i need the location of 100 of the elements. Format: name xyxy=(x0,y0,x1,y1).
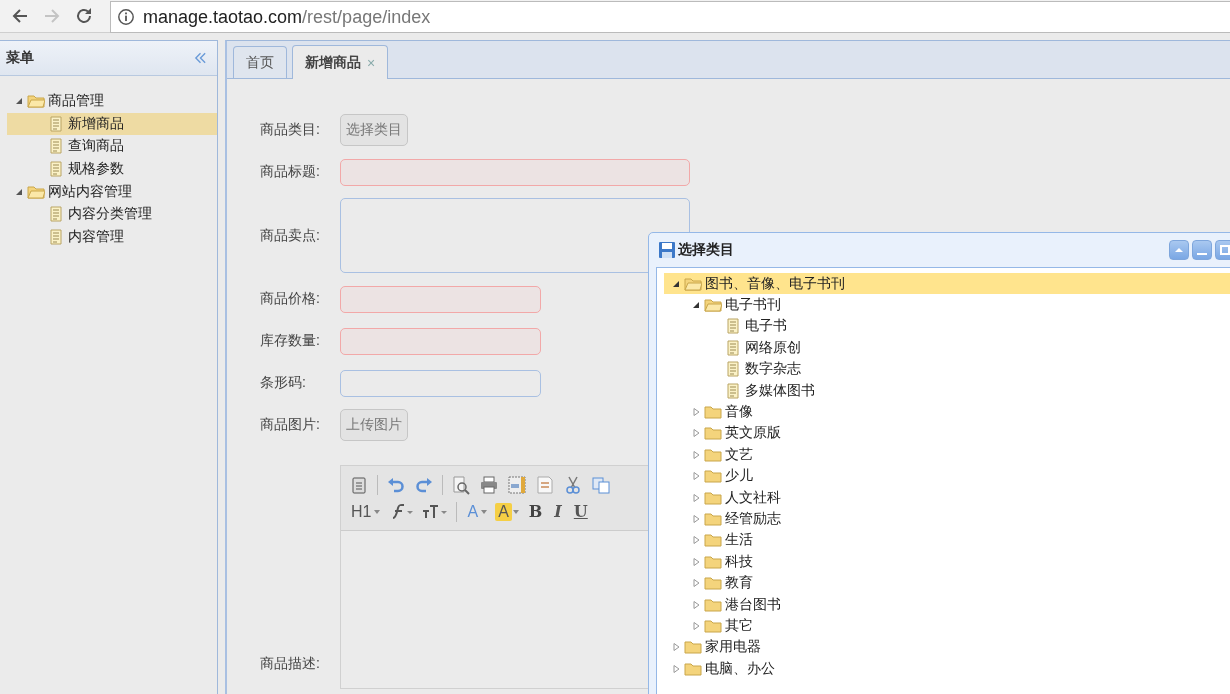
collapsed-icon[interactable] xyxy=(672,664,680,673)
field-label: 商品图片: xyxy=(260,416,321,434)
document-icon xyxy=(724,318,742,335)
input-field[interactable] xyxy=(340,158,690,186)
cut-icon[interactable] xyxy=(563,474,583,495)
collapsed-icon[interactable] xyxy=(692,515,700,523)
template-icon[interactable] xyxy=(507,474,527,495)
reload-icon[interactable] xyxy=(74,6,94,26)
collapsed-icon[interactable] xyxy=(692,450,700,459)
minimize-button[interactable] xyxy=(1192,240,1212,260)
maximize-button[interactable] xyxy=(1215,240,1230,260)
open-folder-icon xyxy=(27,93,45,110)
caret-icon[interactable] xyxy=(512,509,519,514)
collapse-button[interactable] xyxy=(1169,240,1189,260)
expanded-icon[interactable] xyxy=(692,301,700,310)
minimize-icon xyxy=(1197,253,1207,255)
highlight-button[interactable]: A xyxy=(495,502,512,521)
input-field[interactable] xyxy=(340,369,541,397)
tab[interactable]: 新增商品 × xyxy=(292,45,389,79)
collapsed-icon[interactable] xyxy=(692,472,700,481)
document-icon xyxy=(724,339,742,356)
folder-icon xyxy=(704,511,722,527)
tree-item[interactable]: 网站内容管理 xyxy=(7,180,217,203)
preview-icon[interactable] xyxy=(451,474,471,495)
collapsed-icon[interactable] xyxy=(692,408,700,417)
form-button[interactable]: 选择类目 xyxy=(340,114,408,146)
tree-item[interactable]: 查询商品 xyxy=(7,135,217,158)
save-icon xyxy=(658,241,676,259)
tree-item[interactable]: 英文原版 xyxy=(664,422,1230,445)
dialog-title: 选择类目 xyxy=(678,241,734,259)
document-icon xyxy=(47,138,65,155)
folder-icon xyxy=(704,489,722,506)
folder-icon xyxy=(684,660,702,677)
collapse-icon xyxy=(1174,245,1184,255)
folder-icon xyxy=(704,596,722,613)
tree-item[interactable]: 文艺 xyxy=(664,444,1230,466)
folder-icon xyxy=(684,639,702,656)
tree-item[interactable]: 多媒体图书 xyxy=(664,379,1230,402)
field-label: 商品类目: xyxy=(260,121,321,139)
tree-item[interactable]: 商品管理 xyxy=(7,90,217,113)
input-field[interactable] xyxy=(340,327,541,355)
collapsed-icon[interactable] xyxy=(692,429,700,438)
tree-item[interactable]: 新增商品 xyxy=(7,112,217,136)
collapsed-icon[interactable] xyxy=(692,557,700,566)
folder-icon xyxy=(704,575,722,592)
field-label: 商品描述: xyxy=(260,655,321,673)
open-folder-icon xyxy=(704,297,722,314)
caret-icon[interactable] xyxy=(374,509,381,514)
expanded-icon[interactable] xyxy=(15,97,23,106)
address-bar[interactable]: manage.taotao.com/rest/page/index xyxy=(110,1,1230,33)
tree-item[interactable]: 网络原创 xyxy=(664,337,1230,359)
input-field[interactable] xyxy=(340,285,541,313)
folder-icon xyxy=(704,446,722,463)
field-label: 商品卖点: xyxy=(260,226,321,245)
folder-icon xyxy=(704,553,722,570)
document-icon xyxy=(724,361,742,378)
tree-item[interactable]: 内容管理 xyxy=(7,225,217,249)
collapsed-icon[interactable] xyxy=(672,643,680,652)
field-label: 商品价格: xyxy=(260,290,321,308)
form-button[interactable]: 上传图片 xyxy=(340,409,408,441)
open-folder-icon xyxy=(684,275,702,292)
document-icon xyxy=(47,206,65,223)
field-label: 商品标题: xyxy=(260,163,321,181)
info-icon[interactable] xyxy=(117,8,135,26)
collapsed-icon[interactable] xyxy=(692,536,700,545)
folder-icon xyxy=(704,404,722,421)
folder-icon xyxy=(704,425,722,442)
tree-item[interactable]: 数字杂志 xyxy=(664,358,1230,380)
tree-item[interactable]: 音像 xyxy=(664,401,1230,423)
collapsed-icon[interactable] xyxy=(692,579,700,588)
underline-button[interactable]: U xyxy=(571,502,590,521)
bold-button[interactable]: B xyxy=(526,502,545,521)
tree-item[interactable]: 规格参数 xyxy=(7,157,217,181)
print-icon[interactable] xyxy=(479,474,499,495)
collapse-icon[interactable] xyxy=(194,52,207,64)
tab[interactable]: 首页 xyxy=(233,46,287,78)
maximize-icon xyxy=(1220,245,1230,255)
italic-button[interactable]: I xyxy=(552,502,564,521)
copy-icon[interactable] xyxy=(591,474,611,495)
clipboard-icon[interactable] xyxy=(349,474,369,495)
open-folder-icon xyxy=(27,183,45,200)
expanded-icon[interactable] xyxy=(672,279,680,288)
field-label: 库存数量: xyxy=(260,332,321,350)
collapsed-icon[interactable] xyxy=(692,600,700,609)
tree-item[interactable]: 图书、音像、电子书刊 xyxy=(664,273,1230,295)
folder-icon xyxy=(704,468,722,485)
document-icon xyxy=(724,382,742,399)
tree-item[interactable]: 内容分类管理 xyxy=(7,202,217,226)
document-icon xyxy=(47,228,65,245)
sidebar-title: 菜单 xyxy=(6,49,34,67)
caret-icon[interactable] xyxy=(481,509,488,514)
collapsed-icon[interactable] xyxy=(692,493,700,502)
expanded-icon[interactable] xyxy=(15,187,23,196)
collapsed-icon[interactable] xyxy=(692,621,700,630)
folder-icon xyxy=(704,617,722,634)
tree-item[interactable]: 电子书刊 xyxy=(664,294,1230,316)
field-label: 条形码: xyxy=(260,374,307,392)
heading-button[interactable]: H1 xyxy=(349,502,374,521)
tree-item[interactable]: 电子书 xyxy=(664,315,1230,338)
document-icon xyxy=(47,115,65,132)
